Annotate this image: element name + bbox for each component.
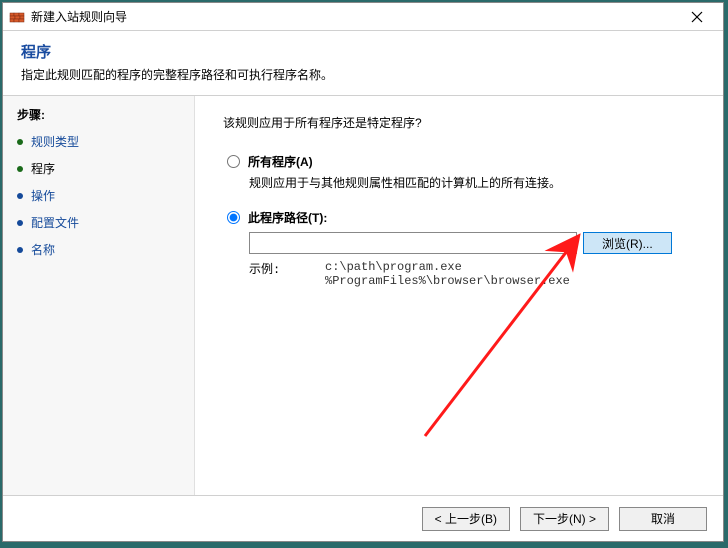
step-action[interactable]: 操作 <box>17 187 180 204</box>
window-title: 新建入站规则向导 <box>31 8 677 25</box>
firewall-icon <box>9 9 25 25</box>
step-label: 名称 <box>31 241 55 258</box>
bullet-icon <box>17 247 23 253</box>
wizard-window: 新建入站规则向导 程序 指定此规则匹配的程序的完整程序路径和可执行程序名称。 步… <box>2 2 724 542</box>
page-subtitle: 指定此规则匹配的程序的完整程序路径和可执行程序名称。 <box>21 66 705 83</box>
close-button[interactable] <box>677 3 717 31</box>
step-program[interactable]: 程序 <box>17 160 180 177</box>
close-icon <box>691 11 703 23</box>
option-all-programs[interactable]: 所有程序(A) <box>227 153 695 170</box>
step-name[interactable]: 名称 <box>17 241 180 258</box>
radio-program-path[interactable] <box>227 211 240 224</box>
example-label: 示例: <box>249 260 325 288</box>
cancel-button[interactable]: 取消 <box>619 507 707 531</box>
option-all-desc: 规则应用于与其他规则属性相匹配的计算机上的所有连接。 <box>249 174 695 191</box>
example-text: c:\path\program.exe %ProgramFiles%\brows… <box>325 260 570 288</box>
body: 步骤: 规则类型 程序 操作 配置文件 名称 该规则应用 <box>3 96 723 495</box>
step-label: 操作 <box>31 187 55 204</box>
radio-all-programs[interactable] <box>227 155 240 168</box>
program-path-input[interactable] <box>249 232 577 254</box>
titlebar: 新建入站规则向导 <box>3 3 723 31</box>
option-group: 所有程序(A) 规则应用于与其他规则属性相匹配的计算机上的所有连接。 此程序路径… <box>227 153 695 288</box>
example-row: 示例: c:\path\program.exe %ProgramFiles%\b… <box>249 260 695 288</box>
option-all-label: 所有程序(A) <box>248 153 313 170</box>
bullet-icon <box>17 220 23 226</box>
steps-sidebar: 步骤: 规则类型 程序 操作 配置文件 名称 <box>3 96 195 495</box>
step-rule-type[interactable]: 规则类型 <box>17 133 180 150</box>
bullet-icon <box>17 193 23 199</box>
question-text: 该规则应用于所有程序还是特定程序? <box>223 114 695 131</box>
step-label: 配置文件 <box>31 214 79 231</box>
header: 程序 指定此规则匹配的程序的完整程序路径和可执行程序名称。 <box>3 31 723 96</box>
bullet-icon <box>17 166 23 172</box>
step-label: 程序 <box>31 160 55 177</box>
step-profile[interactable]: 配置文件 <box>17 214 180 231</box>
steps-title: 步骤: <box>17 106 180 123</box>
next-button[interactable]: 下一步(N) > <box>520 507 609 531</box>
path-row: 浏览(R)... <box>249 232 695 254</box>
bullet-icon <box>17 139 23 145</box>
option-program-path[interactable]: 此程序路径(T): <box>227 209 695 226</box>
back-button[interactable]: < 上一步(B) <box>422 507 510 531</box>
content-area: 该规则应用于所有程序还是特定程序? 所有程序(A) 规则应用于与其他规则属性相匹… <box>195 96 723 495</box>
footer: < 上一步(B) 下一步(N) > 取消 <box>3 495 723 541</box>
step-label: 规则类型 <box>31 133 79 150</box>
option-path-label: 此程序路径(T): <box>248 209 327 226</box>
browse-button[interactable]: 浏览(R)... <box>583 232 672 254</box>
page-title: 程序 <box>21 41 705 62</box>
